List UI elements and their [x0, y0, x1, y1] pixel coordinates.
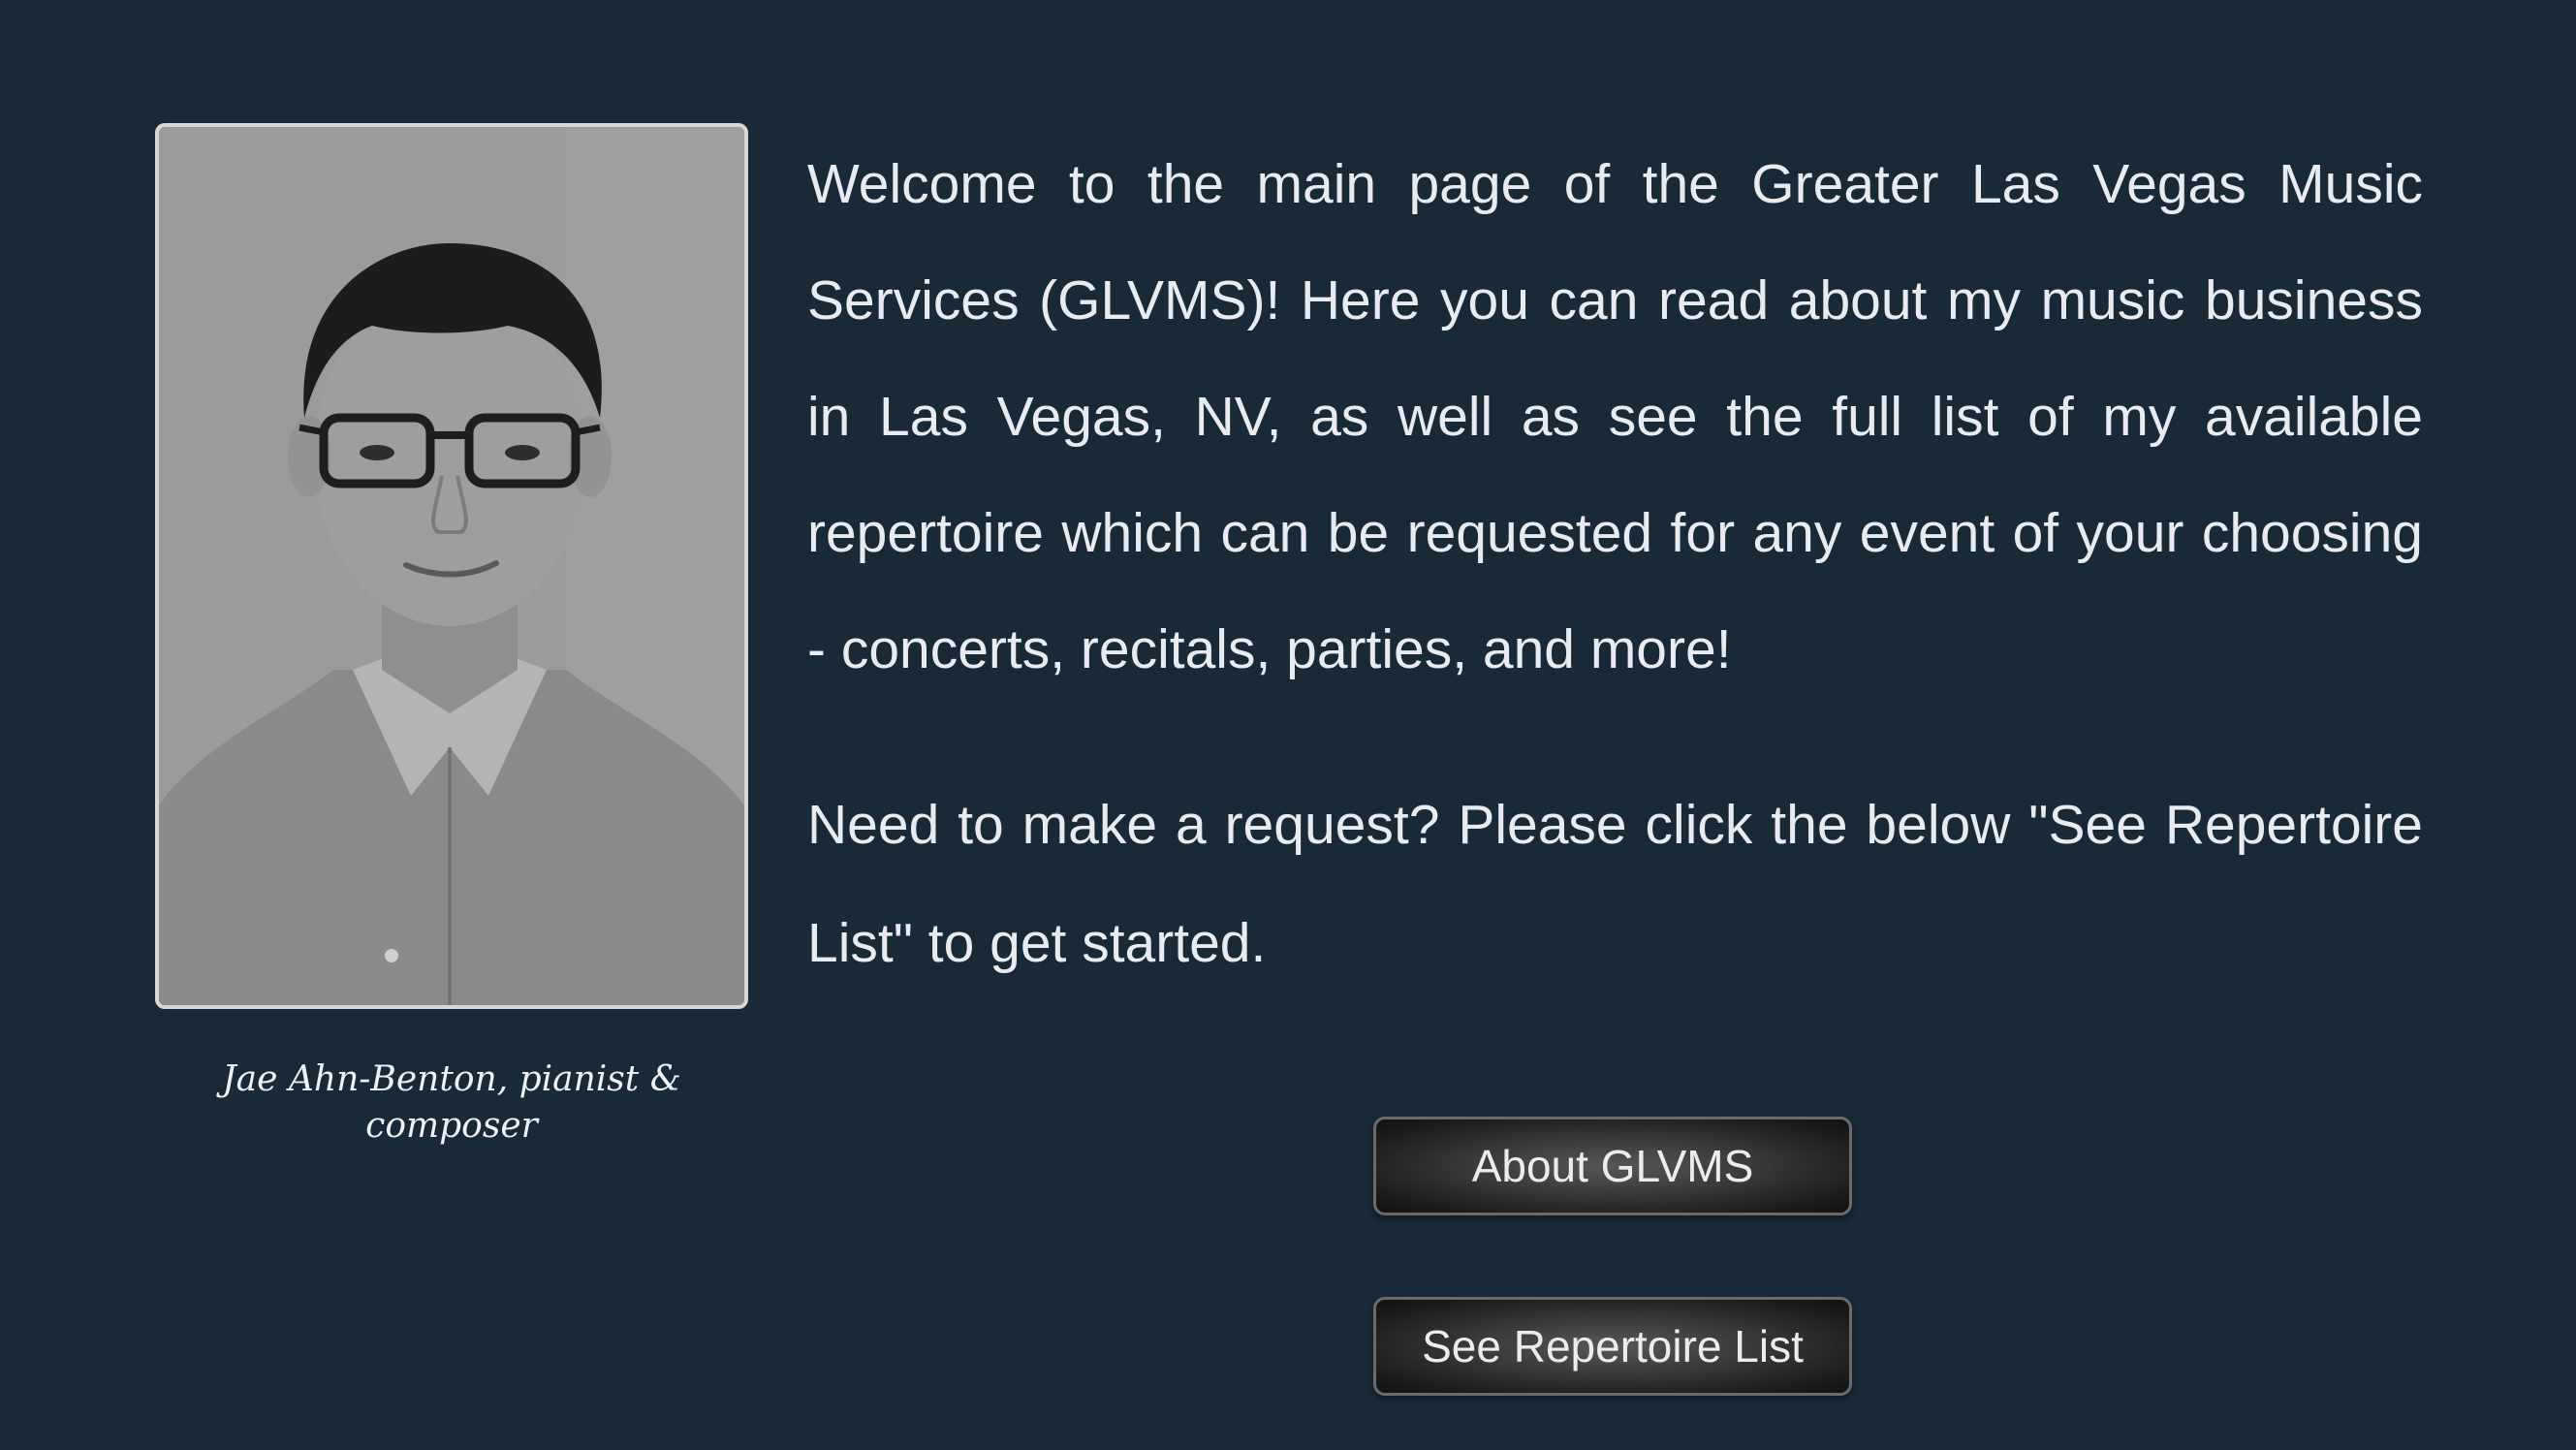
about-glvms-button[interactable]: About GLVMS	[1373, 1117, 1852, 1215]
request-paragraph: Need to make a request? Please click the…	[807, 794, 2423, 974]
portrait-image	[159, 127, 744, 1005]
profile-photo	[155, 123, 748, 1009]
welcome-paragraph: Welcome to the main page of the Greater …	[807, 153, 2423, 680]
see-repertoire-list-button[interactable]: See Repertoire List	[1373, 1297, 1852, 1396]
photo-caption: Jae Ahn-Benton, pianist & composer	[222, 1059, 681, 1146]
